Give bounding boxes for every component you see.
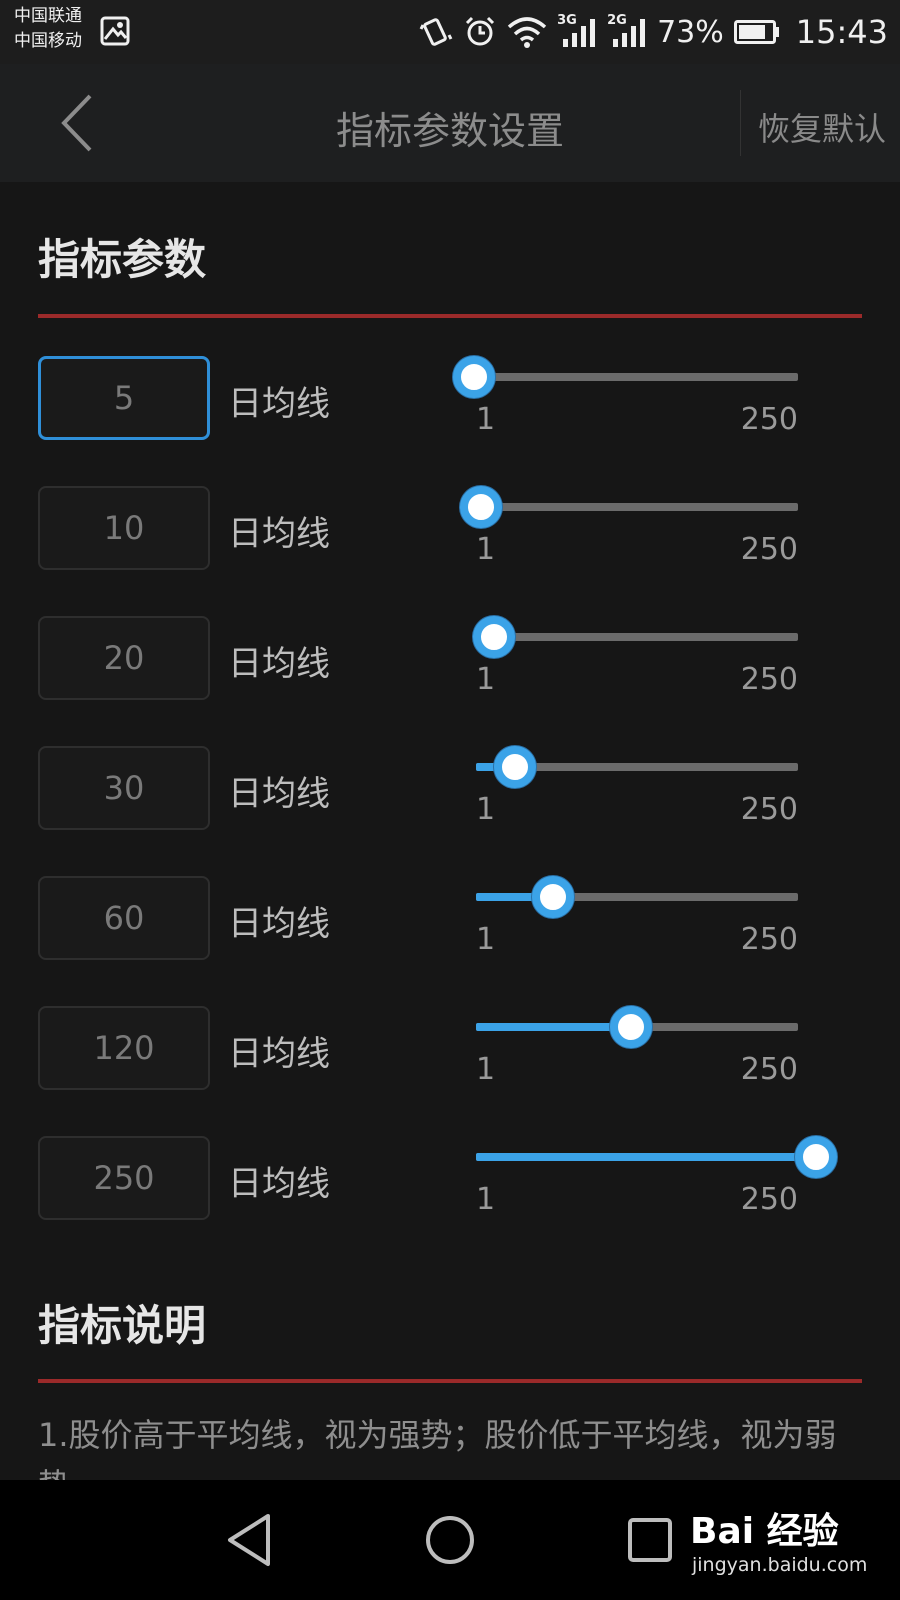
- period-input[interactable]: [38, 356, 210, 440]
- slider-min-label: 1: [476, 662, 496, 697]
- ma-row: 日均线 1 250: [0, 728, 900, 830]
- slider-max-label: 250: [740, 922, 798, 957]
- wifi-icon: [507, 17, 547, 48]
- period-slider[interactable]: 1 250: [472, 598, 798, 698]
- gallery-icon: [100, 16, 130, 46]
- title-divider: [740, 90, 741, 156]
- back-triangle-icon[interactable]: [218, 1508, 282, 1572]
- period-slider[interactable]: 1 250: [476, 1118, 837, 1218]
- period-slider[interactable]: 1 250: [476, 728, 798, 828]
- watermark-url: jingyan.baidu.com: [692, 1554, 868, 1576]
- battery-icon: [733, 20, 779, 44]
- slider-max-label: 250: [740, 662, 798, 697]
- ma-row: 日均线 1 250: [0, 468, 900, 570]
- period-slider[interactable]: 1 250: [476, 988, 798, 1088]
- slider-max-label: 250: [740, 1182, 798, 1217]
- slider-thumb[interactable]: [472, 616, 515, 658]
- description-section-title: 指标说明: [38, 1301, 207, 1350]
- battery-percent: 73%: [657, 14, 724, 50]
- clock: 15:43: [795, 13, 888, 51]
- slider-thumb[interactable]: [609, 1006, 652, 1048]
- slider-track: [476, 503, 798, 511]
- period-input[interactable]: [38, 1006, 210, 1090]
- slider-max-label: 250: [740, 532, 798, 567]
- period-input[interactable]: [38, 1136, 210, 1220]
- period-input[interactable]: [38, 486, 210, 570]
- watermark-brand: Bai 经验: [690, 1511, 839, 1552]
- slider-min-label: 1: [476, 402, 496, 437]
- signal-3g-icon: 3G: [557, 13, 597, 49]
- period-input[interactable]: [38, 876, 210, 960]
- ma-row: 日均线 1 250: [0, 1118, 900, 1220]
- slider-fill: [476, 1153, 798, 1161]
- slider-thumb[interactable]: [532, 876, 575, 918]
- slider-max-label: 250: [740, 792, 798, 827]
- slider-min-label: 1: [476, 532, 496, 567]
- slider-max-label: 250: [740, 1052, 798, 1087]
- ma-label: 日均线: [228, 904, 330, 944]
- description-section-divider: [38, 1379, 862, 1383]
- slider-min-label: 1: [476, 1182, 496, 1217]
- ma-label: 日均线: [228, 1034, 330, 1074]
- status-icons: 3G 2G 73% 15:43: [419, 10, 888, 54]
- params-section-title: 指标参数: [38, 235, 207, 284]
- ma-row: 日均线 1 250: [0, 858, 900, 960]
- period-input[interactable]: [38, 746, 210, 830]
- carrier-names: 中国联通 中国移动: [14, 4, 82, 54]
- signal-2g-icon: 2G: [607, 13, 647, 49]
- slider-fill: [476, 1023, 630, 1031]
- slider-min-label: 1: [476, 922, 496, 957]
- slider-thumb[interactable]: [795, 1136, 837, 1178]
- slider-track: [476, 373, 798, 381]
- slider-thumb[interactable]: [493, 746, 536, 788]
- slider-min-label: 1: [476, 1052, 496, 1087]
- status-bar: 中国联通 中国移动 3G 2G 73% 15:43: [0, 0, 900, 64]
- ma-label: 日均线: [228, 774, 330, 814]
- period-slider[interactable]: 1 250: [459, 468, 798, 568]
- vibrate-icon: [419, 18, 453, 46]
- nav-bar: Bai 经验 jingyan.baidu.com: [0, 1480, 900, 1600]
- carrier-1: 中国联通: [14, 6, 82, 26]
- period-slider[interactable]: 1 250: [453, 338, 798, 438]
- ma-label: 日均线: [228, 1164, 330, 1204]
- home-circle-icon[interactable]: [418, 1508, 482, 1572]
- ma-row: 日均线 1 250: [0, 598, 900, 700]
- carrier-2: 中国移动: [14, 31, 82, 51]
- slider-track: [476, 633, 798, 641]
- period-slider[interactable]: 1 250: [476, 858, 798, 958]
- title-bar: 指标参数设置 恢复默认: [0, 64, 900, 182]
- alarm-icon: [466, 16, 495, 46]
- baidu-watermark: Bai 经验 jingyan.baidu.com: [690, 1502, 890, 1576]
- ma-label: 日均线: [228, 644, 330, 684]
- slider-thumb[interactable]: [459, 486, 502, 528]
- slider-thumb[interactable]: [453, 356, 496, 398]
- period-input[interactable]: [38, 616, 210, 700]
- slider-min-label: 1: [476, 792, 496, 827]
- ma-label: 日均线: [228, 384, 330, 424]
- ma-row: 日均线 1 250: [0, 338, 900, 440]
- recents-square-icon[interactable]: [618, 1508, 682, 1572]
- restore-default-button[interactable]: 恢复默认: [758, 104, 886, 150]
- params-section-divider: [38, 314, 862, 318]
- slider-max-label: 250: [740, 402, 798, 437]
- ma-row: 日均线 1 250: [0, 988, 900, 1090]
- ma-label: 日均线: [228, 514, 330, 554]
